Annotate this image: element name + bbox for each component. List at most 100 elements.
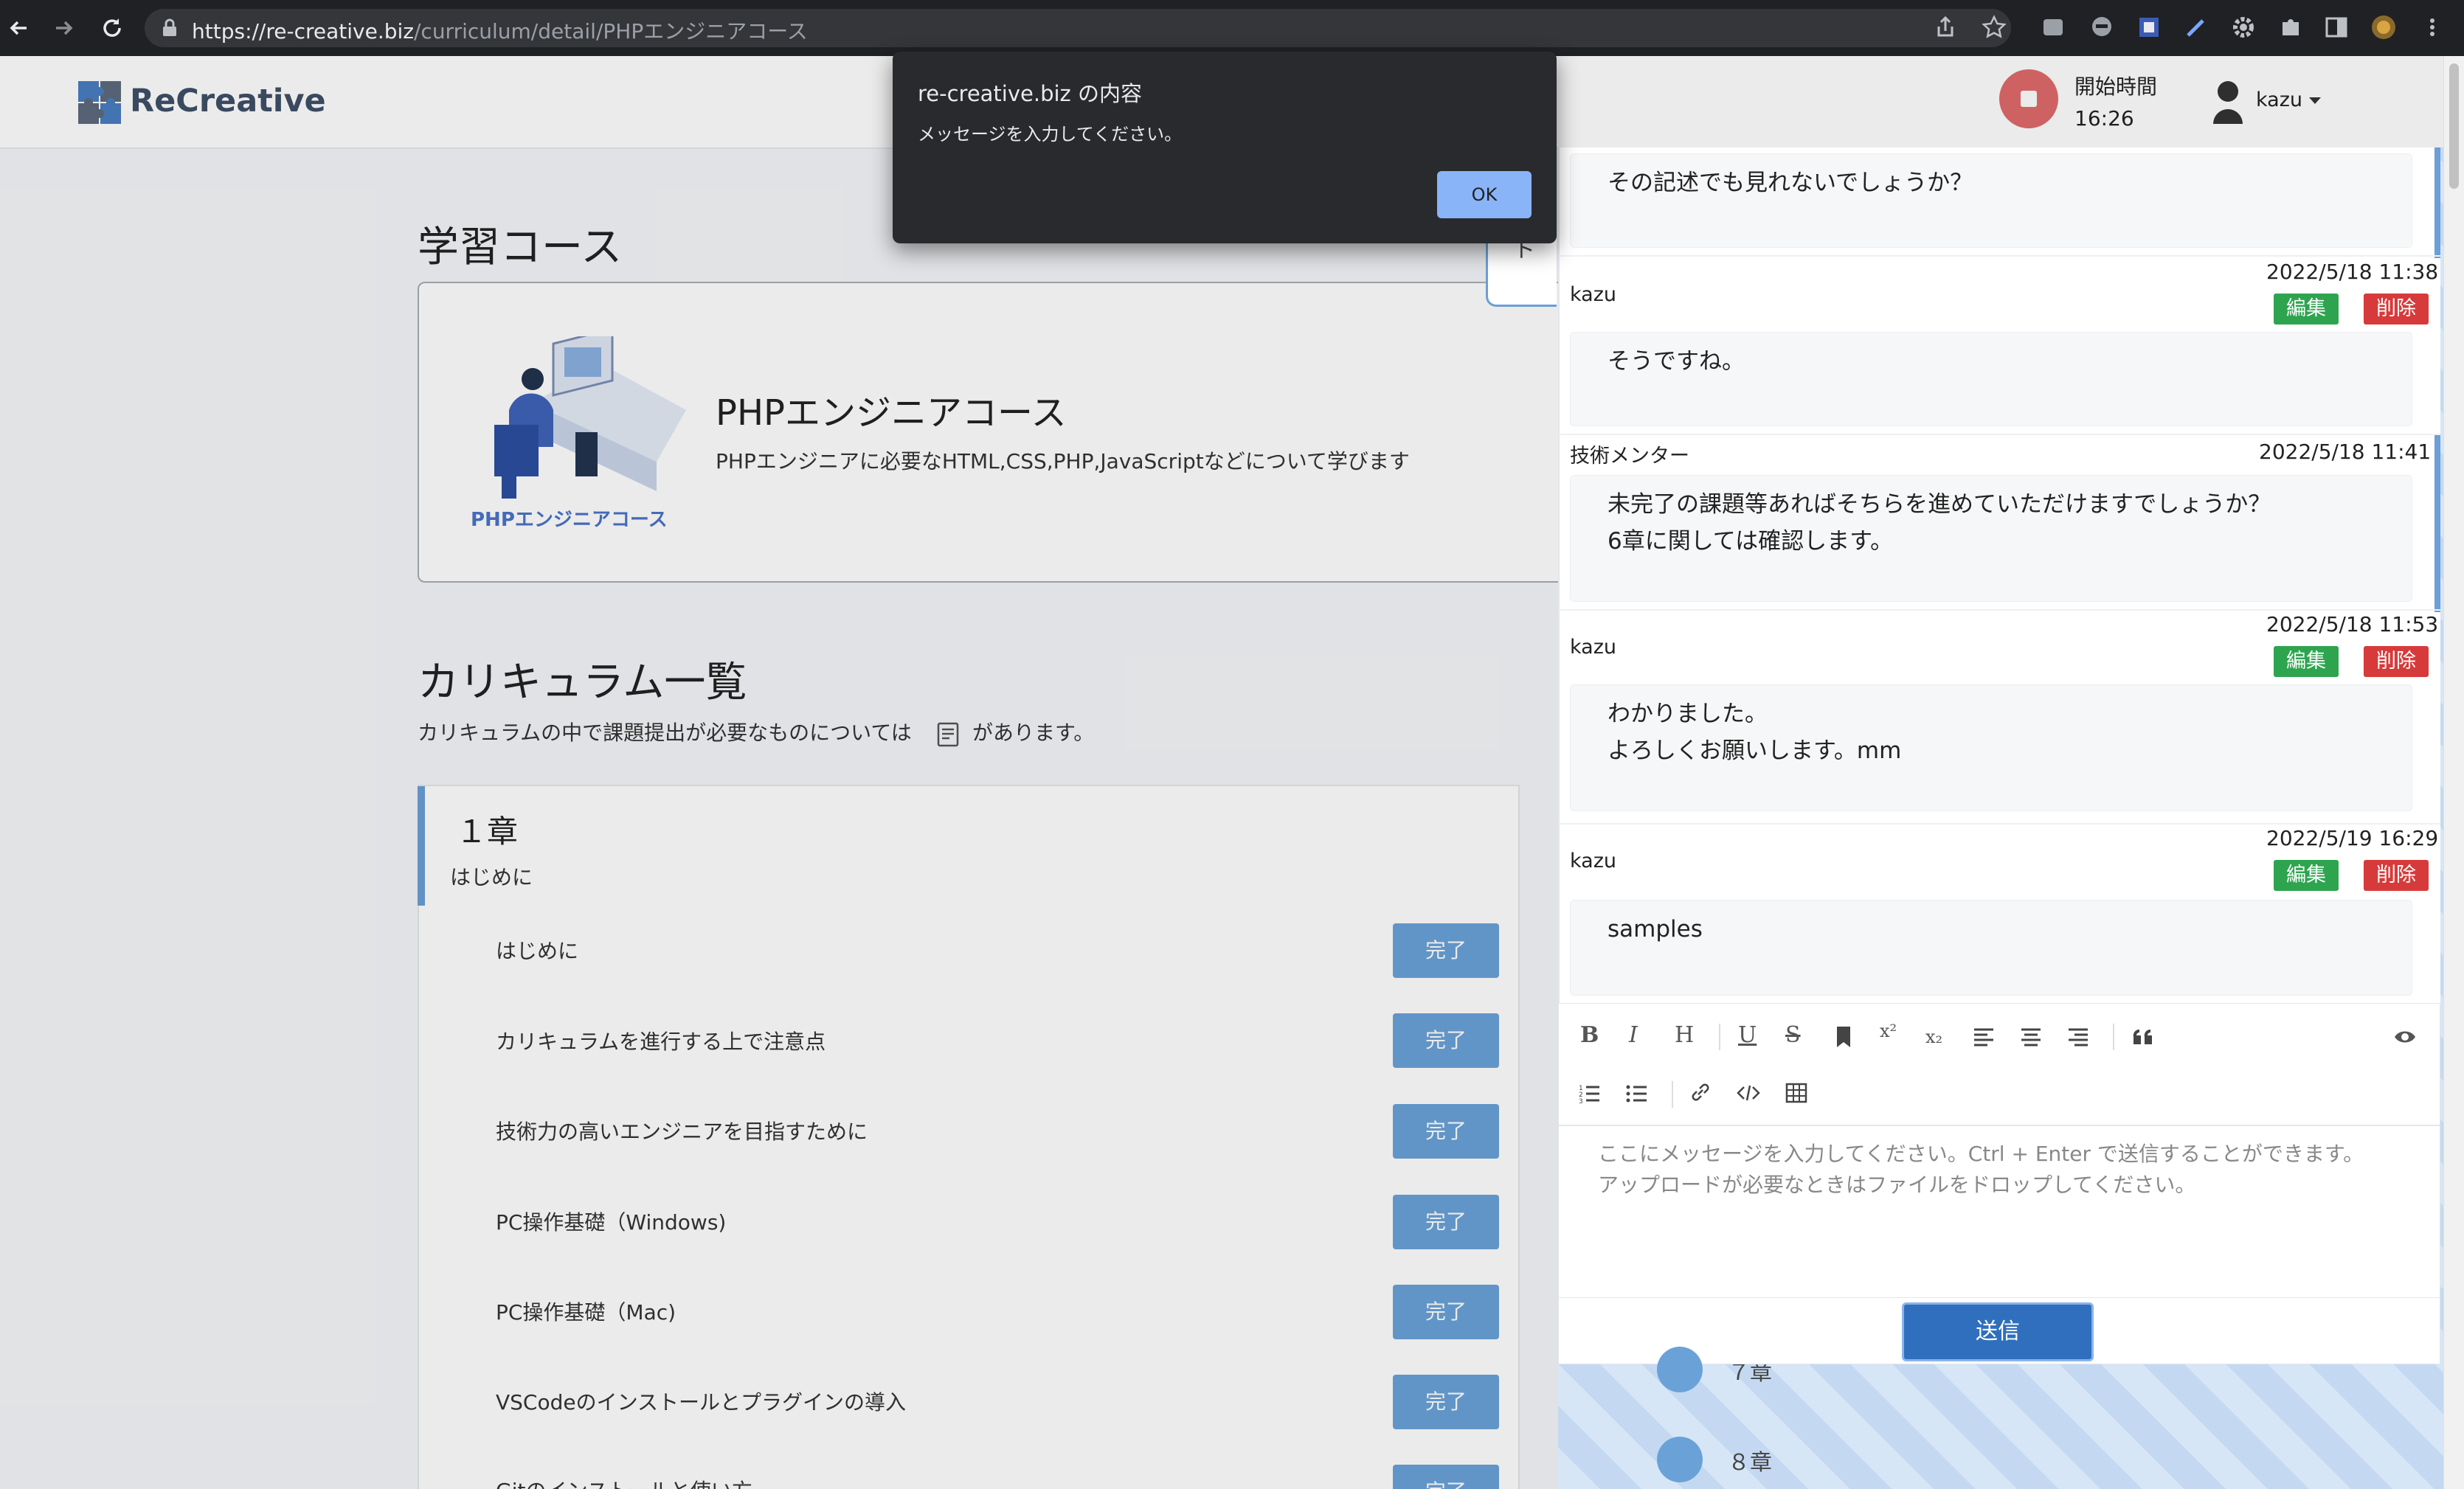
extension-translate-icon[interactable]: [2041, 15, 2066, 40]
chapter-nav-dot[interactable]: [1657, 1347, 1703, 1392]
align-right-icon[interactable]: [2067, 1027, 2089, 1047]
side-panel-icon[interactable]: [2324, 15, 2349, 40]
edit-message-button[interactable]: 編集: [2274, 294, 2339, 324]
table-icon[interactable]: [1785, 1083, 1807, 1103]
send-button[interactable]: 送信: [1902, 1302, 2094, 1361]
lesson-title[interactable]: Gitのインストールと使い方: [496, 1475, 752, 1489]
align-center-icon[interactable]: [2020, 1027, 2042, 1047]
course-heading: 学習コース: [418, 223, 623, 271]
message-line: よろしくお願いします。mm: [1608, 737, 1902, 764]
dialog-title: re-creative.biz の内容: [918, 81, 1142, 106]
timer-value: 16:26: [2074, 106, 2134, 131]
code-icon[interactable]: [1737, 1083, 1760, 1103]
user-menu-name[interactable]: kazu: [2256, 88, 2302, 111]
message-unread-bar: [2434, 435, 2440, 612]
curriculum-heading: カリキュラム一覧: [418, 659, 747, 707]
link-icon[interactable]: [1689, 1081, 1712, 1103]
edit-message-button[interactable]: 編集: [2274, 646, 2339, 677]
message-body: わかりました。 よろしくお願いします。mm: [1570, 684, 2412, 811]
curriculum-note-tail: があります。: [972, 721, 1095, 745]
superscript-icon[interactable]: x²: [1880, 1021, 1897, 1041]
stop-timer-button[interactable]: [1999, 69, 2058, 128]
chevron-down-icon[interactable]: [2309, 97, 2321, 104]
message-time: 2022/5/18 11:38: [2266, 260, 2439, 284]
align-left-icon[interactable]: [1973, 1027, 1995, 1047]
stop-icon: [2021, 91, 2037, 107]
reload-icon[interactable]: [97, 13, 127, 43]
underline-icon[interactable]: U: [1738, 1022, 1757, 1048]
toolbar-divider: [1672, 1081, 1673, 1108]
message-separator: [1558, 609, 2440, 611]
extension-gear-icon[interactable]: [2231, 15, 2256, 40]
message-line: その記述でも見れないでしょうか？: [1608, 170, 1973, 196]
chapter-title: １章: [456, 813, 519, 850]
lesson-complete-button[interactable]: 完了: [1393, 1013, 1499, 1068]
url-host: https://re-creative.biz: [192, 19, 414, 44]
lesson-complete-button[interactable]: 完了: [1393, 1375, 1499, 1429]
editor-toolbar: [1558, 1003, 2440, 1125]
message-author: kazu: [1570, 850, 1616, 872]
strikethrough-icon[interactable]: S: [1785, 1022, 1801, 1048]
profile-avatar-icon[interactable]: [2371, 15, 2396, 40]
chapter-nav-label[interactable]: ８章: [1728, 1444, 1772, 1476]
browser-menu-icon[interactable]: [2420, 15, 2445, 40]
page-scrollbar-thumb[interactable]: [2449, 63, 2459, 189]
message-separator: [1558, 434, 2440, 435]
lesson-complete-button[interactable]: 完了: [1393, 1104, 1499, 1159]
message-placeholder: ここにメッセージを入力してください。Ctrl + Enter で送信することがで…: [1598, 1139, 2364, 1201]
message-line: samples: [1608, 916, 1703, 943]
assignment-icon: [937, 722, 959, 747]
delete-message-button[interactable]: 削除: [2364, 646, 2429, 677]
lesson-complete-button[interactable]: 完了: [1393, 923, 1499, 978]
extension-image-icon[interactable]: [2136, 15, 2162, 40]
page-scrollbar[interactable]: [2443, 56, 2464, 1489]
lesson-complete-button[interactable]: 完了: [1393, 1285, 1499, 1339]
user-avatar-icon[interactable]: [2210, 78, 2246, 125]
extension-pen-icon[interactable]: [2184, 15, 2209, 40]
message-line: 未完了の課題等あればそちらを進めていただけますでしょうか？: [1608, 491, 2271, 518]
toolbar-divider: [1719, 1024, 1720, 1050]
lesson-complete-button[interactable]: 完了: [1393, 1195, 1499, 1249]
message-body: その記述でも見れないでしょうか？: [1570, 153, 2412, 248]
forward-icon[interactable]: [49, 13, 78, 43]
lesson-title[interactable]: PC操作基礎（Mac): [496, 1297, 676, 1326]
bullet-list-icon[interactable]: [1626, 1083, 1648, 1105]
bookmark-star-icon[interactable]: [1982, 15, 2007, 40]
delete-message-button[interactable]: 削除: [2364, 860, 2429, 891]
preview-eye-icon[interactable]: [2393, 1028, 2417, 1046]
extension-chat-icon[interactable]: [2089, 15, 2114, 40]
blockquote-icon[interactable]: [2132, 1027, 2154, 1046]
lesson-title[interactable]: VSCodeのインストールとプラグインの導入: [496, 1386, 906, 1416]
ordered-list-icon[interactable]: 123: [1579, 1083, 1601, 1105]
extensions-puzzle-icon[interactable]: [2278, 15, 2303, 40]
lesson-title[interactable]: カリキュラムを進行する上で注意点: [496, 1026, 826, 1055]
course-image-caption: PHPエンジニアコース: [471, 509, 668, 531]
timer-label: 開始時間: [2074, 74, 2158, 99]
bold-icon[interactable]: B: [1580, 1022, 1599, 1048]
course-illustration: [494, 336, 686, 499]
mark-bookmark-icon[interactable]: [1834, 1025, 1853, 1049]
message-time: 2022/5/18 11:53: [2266, 612, 2439, 636]
svg-text:3: 3: [1579, 1098, 1583, 1105]
delete-message-button[interactable]: 削除: [2364, 294, 2429, 324]
lesson-complete-button[interactable]: 完了: [1393, 1465, 1499, 1489]
lesson-title[interactable]: 技術力の高いエンジニアを目指すために: [496, 1116, 868, 1145]
message-unread-bar: [2434, 147, 2440, 258]
message-author: 技術メンター: [1570, 445, 1689, 468]
edit-message-button[interactable]: 編集: [2274, 860, 2339, 891]
chapter-nav-dot[interactable]: [1657, 1437, 1703, 1482]
lesson-title[interactable]: はじめに: [496, 935, 578, 965]
message-body: samples: [1570, 900, 2412, 996]
browser-toolbar: https://re-creative.biz/curriculum/detai…: [0, 0, 2464, 56]
logo-text[interactable]: ReCreative: [130, 83, 326, 119]
lesson-title[interactable]: PC操作基礎（Windows): [496, 1207, 726, 1236]
chat-tab[interactable]: ト: [1486, 233, 1557, 307]
ok-button[interactable]: OK: [1437, 171, 1532, 218]
italic-icon[interactable]: I: [1629, 1022, 1638, 1048]
share-icon[interactable]: [1933, 15, 1958, 40]
subscript-icon[interactable]: x₂: [1925, 1027, 1942, 1047]
back-icon[interactable]: [4, 13, 34, 43]
url-path: /curriculum/detail/PHPエンジニアコース: [413, 19, 808, 44]
heading-icon[interactable]: H: [1675, 1022, 1694, 1048]
logo-puzzle-icon[interactable]: [78, 81, 121, 124]
